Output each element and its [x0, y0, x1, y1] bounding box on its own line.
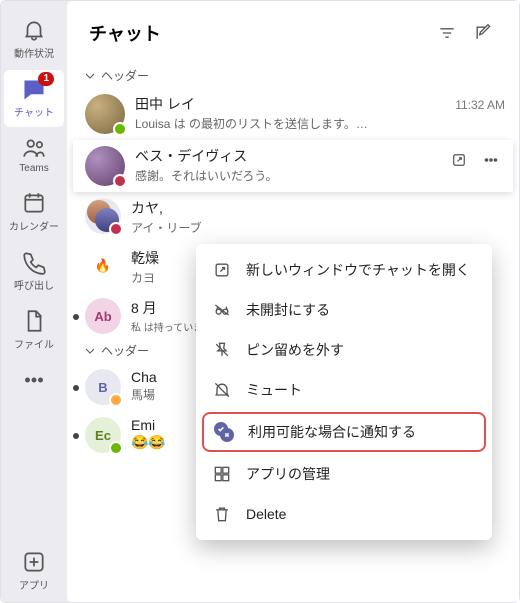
- unread-dot-icon: [73, 433, 79, 439]
- calendar-icon: [21, 190, 47, 216]
- presence-available-icon: [113, 122, 127, 136]
- chat-name: カヤ,: [131, 198, 505, 218]
- avatar: Ec: [85, 417, 121, 453]
- more-icon: [482, 151, 500, 169]
- chat-name: 田中 レイ: [135, 94, 449, 114]
- chat-preview: Louisa は の最初のリストを送信します。…: [135, 115, 505, 132]
- avatar: B: [85, 369, 121, 405]
- chat-item[interactable]: カヤ, アイ・リーブ: [67, 192, 519, 242]
- menu-label: 未開封にする: [246, 300, 330, 320]
- menu-label: ピン留めを外す: [246, 340, 344, 360]
- avatar-initials: B: [98, 380, 107, 395]
- menu-mute[interactable]: ミュート: [196, 370, 492, 410]
- chevron-down-icon: [85, 71, 95, 81]
- avatar: 🔥: [85, 248, 121, 284]
- avatar-initials: Ec: [95, 428, 111, 443]
- section-header-1[interactable]: ヘッダー: [67, 65, 519, 88]
- filter-button[interactable]: [429, 15, 465, 51]
- avatar-initials: Ab: [94, 309, 111, 324]
- chat-item[interactable]: 田中 レイ 11:32 AM Louisa は の最初のリストを送信します。…: [67, 88, 519, 140]
- rail-chat-label: チャット: [14, 104, 54, 119]
- apps-icon: [21, 549, 47, 575]
- rail-calls[interactable]: 呼び出し: [4, 243, 64, 300]
- apps-grid-icon: [212, 464, 232, 484]
- presence-available-icon: [109, 441, 123, 455]
- page-title: チャット: [89, 20, 429, 46]
- rail-more[interactable]: [4, 361, 64, 401]
- presence-away-icon: [109, 393, 123, 407]
- menu-label: 新しいウィンドウでチャットを開く: [246, 260, 470, 280]
- menu-label: Delete: [246, 506, 286, 522]
- phone-icon: [21, 249, 47, 275]
- rail-teams[interactable]: Teams: [4, 129, 64, 182]
- rail-calls-label: 呼び出し: [14, 277, 54, 292]
- compose-icon: [473, 23, 493, 43]
- more-button[interactable]: [477, 146, 505, 174]
- rail-apps-label: アプリ: [19, 577, 49, 592]
- file-icon: [21, 308, 47, 334]
- presence-busy-icon: [109, 222, 123, 236]
- section-label: ヘッダー: [101, 342, 149, 359]
- menu-notify-when-available[interactable]: 利用可能な場合に通知する: [202, 412, 486, 452]
- rail-activity[interactable]: 動作状況: [4, 11, 64, 68]
- rail-calendar-label: カレンダー: [9, 218, 59, 233]
- unread-dot-icon: [73, 385, 79, 391]
- avatar: Ab: [85, 298, 121, 334]
- presence-pair-icon: [214, 422, 234, 442]
- chat-badge: 1: [38, 72, 54, 86]
- rail-calendar[interactable]: カレンダー: [4, 184, 64, 241]
- popout-icon: [212, 260, 232, 280]
- chat-time: 11:32 AM: [455, 98, 505, 112]
- menu-label: アプリの管理: [246, 464, 330, 484]
- unpin-icon: [212, 340, 232, 360]
- popout-icon: [450, 151, 468, 169]
- section-label: ヘッダー: [101, 67, 149, 84]
- popout-button[interactable]: [445, 146, 473, 174]
- panel-header: チャット: [67, 1, 519, 65]
- menu-unpin[interactable]: ピン留めを外す: [196, 330, 492, 370]
- rail-chat[interactable]: 1 チャット: [4, 70, 64, 127]
- rail-apps[interactable]: アプリ: [4, 543, 64, 602]
- avatar: [85, 94, 125, 134]
- rail-files-label: ファイル: [14, 336, 54, 351]
- rail-activity-label: 動作状況: [14, 45, 54, 60]
- avatar-group: [85, 198, 121, 234]
- rail-files[interactable]: ファイル: [4, 302, 64, 359]
- menu-manage-apps[interactable]: アプリの管理: [196, 454, 492, 494]
- filter-icon: [437, 23, 457, 43]
- teams-icon: [21, 135, 47, 161]
- presence-busy-icon: [113, 174, 127, 188]
- menu-delete[interactable]: Delete: [196, 494, 492, 534]
- avatar: [85, 146, 125, 186]
- chat-preview: アイ・リーブ: [131, 219, 505, 236]
- unread-dot-icon: [73, 314, 79, 320]
- bell-icon: [21, 17, 47, 43]
- menu-open-new-window[interactable]: 新しいウィンドウでチャットを開く: [196, 250, 492, 290]
- compose-button[interactable]: [465, 15, 501, 51]
- chat-item-actions: [445, 146, 505, 174]
- chevron-down-icon: [85, 346, 95, 356]
- app-root: 動作状況 1 チャット Teams カレンダー 呼び出し ファイル: [0, 0, 520, 603]
- trash-icon: [212, 504, 232, 524]
- context-menu: 新しいウィンドウでチャットを開く 未開封にする ピン留めを外す ミュート 利用可…: [196, 244, 492, 540]
- menu-mark-unread[interactable]: 未開封にする: [196, 290, 492, 330]
- glasses-icon: [212, 300, 232, 320]
- chat-item-selected[interactable]: ベス・デイヴィス 感謝。それはいいだろう。: [73, 140, 513, 192]
- chat-preview: 感謝。それはいいだろう。: [135, 167, 429, 184]
- mute-icon: [212, 380, 232, 400]
- more-icon: [21, 367, 47, 393]
- nav-rail: 動作状況 1 チャット Teams カレンダー 呼び出し ファイル: [1, 1, 67, 602]
- menu-label: 利用可能な場合に通知する: [248, 422, 416, 442]
- chat-name: ベス・デイヴィス: [135, 146, 429, 166]
- rail-teams-label: Teams: [19, 163, 48, 174]
- menu-label: ミュート: [246, 380, 302, 400]
